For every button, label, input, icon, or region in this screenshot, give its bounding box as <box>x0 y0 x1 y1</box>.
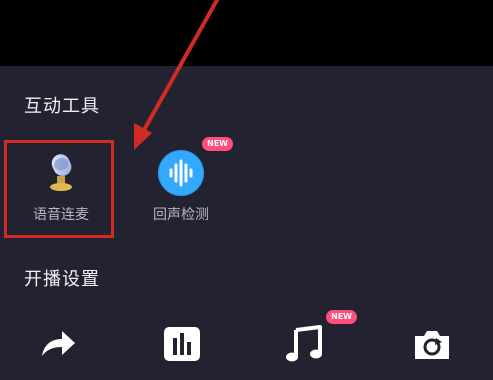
share-arrow-icon[interactable] <box>38 324 78 364</box>
music-note-icon[interactable] <box>284 324 324 364</box>
live-settings-title: 开播设置 <box>24 269 100 290</box>
annotation-arrow <box>134 0 219 150</box>
bar-chart-icon[interactable] <box>162 324 202 364</box>
new-badge: NEW <box>326 310 357 324</box>
camera-flip-icon[interactable] <box>412 324 452 364</box>
